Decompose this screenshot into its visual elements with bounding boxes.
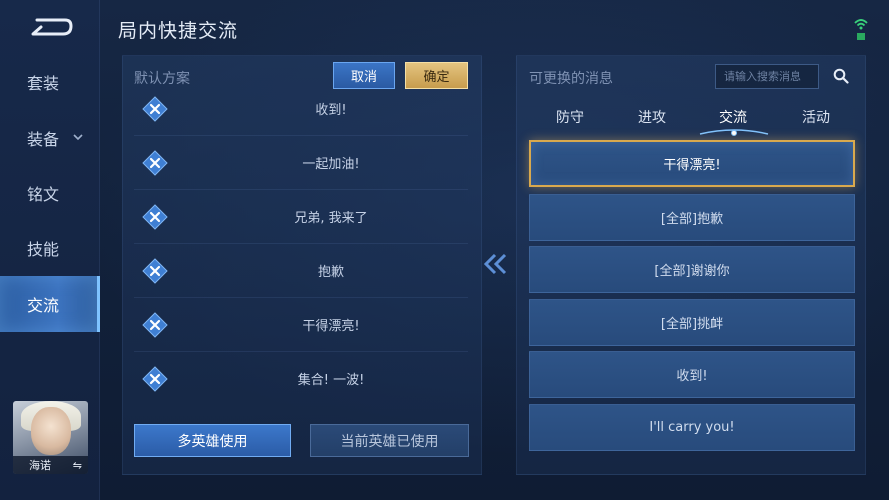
chevron-down-icon bbox=[73, 133, 83, 144]
message-text: 一起加油! bbox=[302, 157, 360, 172]
tab-attack[interactable]: 进攻 bbox=[622, 106, 682, 128]
tab-communication[interactable]: 交流 bbox=[703, 106, 763, 128]
active-tab-indicator bbox=[699, 129, 769, 136]
sidebar-item-label: 铭文 bbox=[27, 185, 60, 204]
list-item: 收到! bbox=[134, 88, 468, 136]
hero-name: 海诺 bbox=[29, 459, 51, 472]
list-item: 抱歉 bbox=[134, 244, 468, 298]
current-hero-used-button[interactable]: 当前英雄已使用 bbox=[310, 424, 469, 457]
confirm-button[interactable]: 确定 bbox=[405, 62, 468, 89]
remove-icon[interactable] bbox=[142, 95, 168, 122]
available-messages-label: 可更换的消息 bbox=[529, 71, 613, 87]
sidebar-item-outfit[interactable]: 套装 bbox=[0, 54, 100, 110]
search-input[interactable] bbox=[715, 64, 819, 89]
remove-icon[interactable] bbox=[142, 365, 168, 392]
list-item: 兄弟, 我来了 bbox=[134, 190, 468, 244]
message-option[interactable]: 收到! bbox=[529, 351, 855, 398]
sidebar-item-communication[interactable]: 交流 bbox=[0, 276, 100, 332]
message-text: 干得漂亮! bbox=[302, 319, 360, 334]
page-title: 局内快捷交流 bbox=[118, 20, 239, 42]
hero-avatar[interactable]: 海诺 ⇋ bbox=[13, 401, 88, 474]
tab-event[interactable]: 活动 bbox=[786, 106, 846, 128]
remove-icon[interactable] bbox=[142, 149, 168, 176]
message-text: 收到! bbox=[315, 103, 347, 118]
selected-message-list: 收到! 一起加油! 兄弟, 我来了 抱歉 干得漂亮! 集合! 一波! bbox=[134, 88, 468, 404]
multi-hero-use-button[interactable]: 多英雄使用 bbox=[134, 424, 291, 457]
message-text: 集合! 一波! bbox=[297, 373, 365, 388]
sidebar-item-equipment[interactable]: 装备 bbox=[0, 110, 100, 166]
message-option[interactable]: [全部]抱歉 bbox=[529, 194, 855, 241]
message-text: 抱歉 bbox=[317, 265, 344, 280]
message-option[interactable]: I'll carry you! bbox=[529, 404, 855, 451]
message-option[interactable]: [全部]挑衅 bbox=[529, 299, 855, 346]
remove-icon[interactable] bbox=[142, 257, 168, 284]
cancel-button[interactable]: 取消 bbox=[333, 62, 395, 89]
remove-icon[interactable] bbox=[142, 311, 168, 338]
search-icon[interactable] bbox=[829, 64, 853, 88]
remove-icon[interactable] bbox=[142, 203, 168, 230]
back-button[interactable] bbox=[24, 12, 76, 42]
avatar-face bbox=[31, 407, 71, 455]
swap-icon[interactable]: ⇋ bbox=[73, 459, 82, 472]
message-option[interactable]: 干得漂亮! bbox=[529, 140, 855, 187]
sidebar-item-label: 交流 bbox=[27, 296, 60, 315]
message-text: 兄弟, 我来了 bbox=[294, 211, 368, 226]
list-item: 一起加油! bbox=[134, 136, 468, 190]
list-item: 干得漂亮! bbox=[134, 298, 468, 352]
message-option[interactable]: [全部]谢谢你 bbox=[529, 246, 855, 293]
hero-name-bar: 海诺 ⇋ bbox=[13, 456, 88, 474]
list-item: 集合! 一波! bbox=[134, 352, 468, 404]
tab-defense[interactable]: 防守 bbox=[540, 106, 600, 128]
default-plan-label: 默认方案 bbox=[134, 71, 190, 87]
double-chevron-left-icon[interactable] bbox=[482, 252, 510, 276]
sidebar-item-label: 技能 bbox=[27, 240, 60, 259]
wifi-signal-icon bbox=[853, 16, 869, 42]
sidebar-item-label: 套装 bbox=[27, 74, 60, 93]
back-arrow-icon bbox=[31, 18, 73, 36]
sidebar-item-label: 装备 bbox=[27, 130, 60, 149]
sidebar-item-skill[interactable]: 技能 bbox=[0, 220, 100, 276]
sidebar-item-inscription[interactable]: 铭文 bbox=[0, 165, 100, 221]
sidebar-nav: 套装 装备 铭文 技能 交流 海诺 ⇋ bbox=[0, 0, 100, 500]
